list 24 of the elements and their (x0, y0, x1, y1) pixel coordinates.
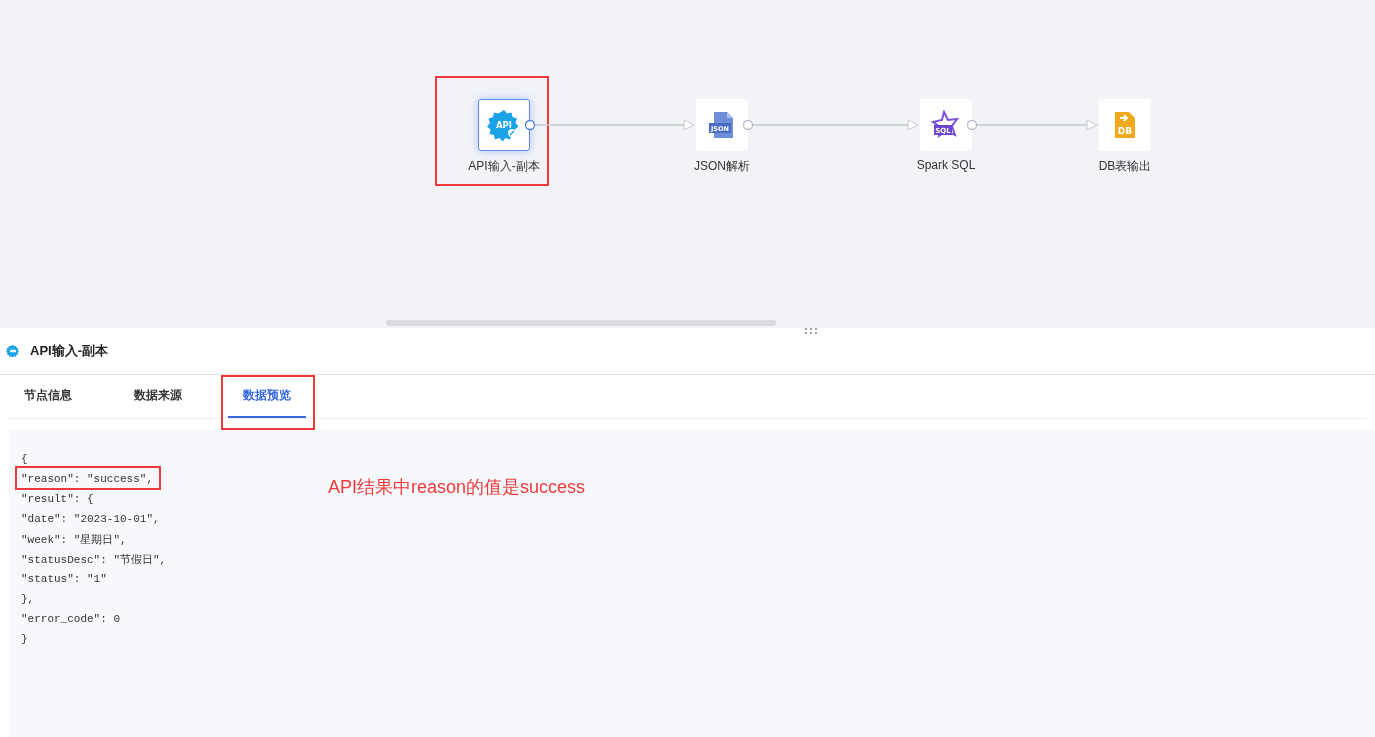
json-line: "week": "星期日", (21, 532, 127, 547)
json-line: "date": "2023-10-01", (21, 513, 160, 525)
node-label: API输入-副本 (467, 158, 541, 175)
node-label: Spark SQL (915, 158, 977, 172)
node-label: JSON解析 (693, 158, 751, 175)
json-line: "statusDesc": "节假日", (21, 552, 167, 567)
api-cog-icon: API (487, 108, 521, 142)
tab[interactable]: 数据来源 (118, 375, 198, 418)
json-line: "status": "1" (21, 573, 107, 585)
resize-grip-icon[interactable] (804, 327, 818, 335)
flow-node[interactable]: API (478, 99, 530, 151)
json-line: "result": { (21, 493, 94, 505)
tab[interactable]: 节点信息 (8, 375, 88, 418)
json-line: } (21, 633, 28, 645)
panel-title: API输入-副本 (30, 342, 108, 360)
json-line: "reason": "success", (21, 473, 154, 485)
tab[interactable]: 数据预览 (228, 375, 306, 418)
json-line: }, (21, 593, 35, 605)
annotation-text: API结果中reason的值是success (328, 476, 586, 499)
api-cog-icon (6, 344, 20, 358)
json-line: "error_code": 0 (21, 613, 121, 625)
json-line: { (21, 453, 28, 465)
node-label: DB表输出 (1097, 158, 1153, 175)
scrollbar[interactable] (386, 320, 776, 326)
